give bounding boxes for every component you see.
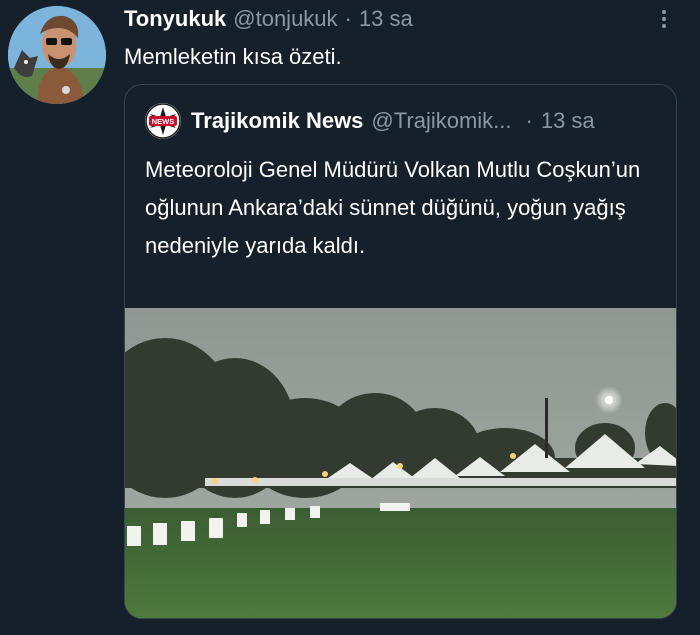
- author-handle[interactable]: @tonjukuk: [233, 6, 337, 32]
- tweet-header: Tonyukuk @tonjukuk · 13 sa: [124, 4, 413, 34]
- news-logo-icon: NEWS: [145, 103, 181, 139]
- quoted-tweet-text: Meteoroloji Genel Müdürü Volkan Mutlu Co…: [145, 157, 641, 258]
- quoted-tweet-time[interactable]: 13 sa: [541, 108, 595, 134]
- news-logo-text: NEWS: [152, 117, 175, 126]
- author-name[interactable]: Tonyukuk: [124, 6, 226, 32]
- quoted-tweet[interactable]: NEWS Trajikomik News @Trajikomik... · 13…: [124, 84, 677, 619]
- quoted-author-name[interactable]: Trajikomik News: [191, 108, 363, 134]
- avatar-image: [8, 6, 106, 104]
- quoted-avatar[interactable]: NEWS: [145, 103, 181, 139]
- avatar[interactable]: [8, 6, 106, 104]
- time-separator: ·: [344, 6, 352, 31]
- quoted-time-separator: ·: [525, 108, 533, 133]
- quoted-tweet-header: NEWS Trajikomik News @Trajikomik... · 13…: [145, 103, 664, 139]
- more-options-icon[interactable]: [652, 4, 676, 34]
- tweet-text: Memleketin kısa özeti.: [124, 44, 342, 69]
- quoted-author-handle[interactable]: @Trajikomik...: [371, 108, 511, 134]
- quoted-tweet-photo[interactable]: [125, 308, 677, 619]
- tweet-time[interactable]: 13 sa: [359, 6, 413, 32]
- lawn: [125, 508, 676, 618]
